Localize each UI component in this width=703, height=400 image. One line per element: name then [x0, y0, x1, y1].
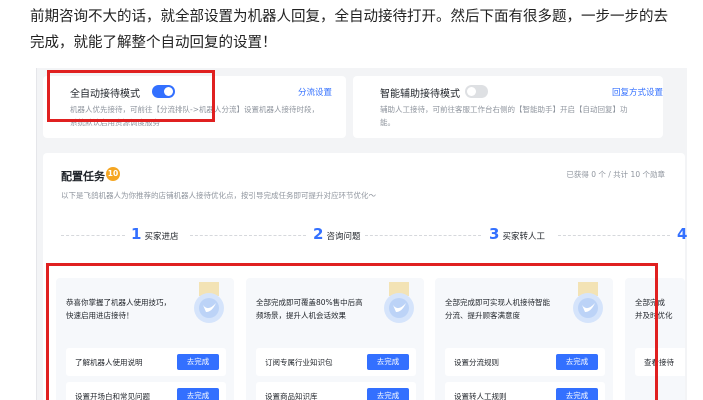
task-item-label: 订阅专属行业知识包: [265, 358, 333, 367]
assist-reception-card: 智能辅助接待模式 回复方式设置 辅助人工接待，可前往客服工作台右侧的【智能助手】…: [353, 76, 663, 138]
config-task-panel: 配置任务 10 已获得 0 个 / 共计 10 个勋章 以下是飞鸽机器人为你推荐…: [43, 153, 687, 400]
medal-progress: 已获得 0 个 / 共计 10 个勋章: [566, 170, 665, 179]
article-text: 前期咨询不大的话，就全部设置为机器人回复，全自动接待打开。然后下面有很多题，一步…: [30, 4, 690, 56]
step-label: 买家进店: [144, 232, 179, 242]
assist-reception-title: 智能辅助接待模式: [380, 89, 460, 100]
task-card-desc: 恭喜你掌握了机器人使用技巧， 快速启用进店接待！: [66, 296, 186, 322]
reply-method-settings-link[interactable]: 回复方式设置: [612, 86, 663, 98]
step-label: 买家转人工: [502, 232, 545, 242]
step-3: 3 买家转人工: [489, 225, 545, 243]
task-item-label: 设置商品知识库: [265, 392, 318, 400]
task-card-desc-line-2: 分流、提升顾客满意度: [445, 311, 520, 320]
step-connector: [61, 235, 125, 236]
task-card-desc: 全部完成即可覆盖80%售中后高 频场景，提升人机会话效果: [256, 296, 376, 322]
task-card-desc: 全部完成即可实现人机接待智能 分流、提升顾客满意度: [445, 296, 565, 322]
auto-reception-desc: 机器人优先接待，可前往【分流排队->机器人分流】设置机器人接待时段， 系统默认启…: [70, 103, 340, 129]
auto-reception-desc-line-2: 系统默认启用资源调度服务: [70, 118, 160, 127]
medal-icon: [194, 282, 224, 323]
task-item: 订阅专属行业知识包 去完成: [256, 348, 416, 376]
medal-icon: [384, 282, 414, 323]
task-card-desc: 全部完成 并及时优化: [635, 296, 685, 322]
assist-reception-toggle[interactable]: [465, 85, 488, 98]
task-item-label: 设置转人工规则: [454, 392, 507, 400]
task-item: 了解机器人使用说明 去完成: [66, 348, 226, 376]
task-item: 设置开场白和常见问题 去完成: [66, 382, 226, 400]
assist-reception-desc-line-1: 辅助人工接待，可前往客服工作台右侧的【智能助手】开启【自动回复】功: [380, 105, 628, 114]
complete-button[interactable]: 去完成: [177, 354, 219, 370]
step-connector: [365, 235, 481, 236]
task-item-label: 了解机器人使用说明: [75, 358, 143, 367]
task-item-label: 设置分流规则: [454, 358, 499, 367]
task-item-label: 查看接待: [644, 358, 674, 367]
task-item-label: 设置开场白和常见问题: [75, 392, 150, 400]
assist-reception-desc: 辅助人工接待，可前往客服工作台右侧的【智能助手】开启【自动回复】功 能。: [380, 103, 650, 129]
complete-button[interactable]: 去完成: [367, 354, 409, 370]
auto-reception-card: 全自动接待模式 分流设置 机器人优先接待，可前往【分流排队->机器人分流】设置机…: [43, 76, 346, 138]
step-number: 2: [313, 225, 324, 243]
step-connector: [190, 235, 306, 236]
task-card-desc-line-1: 全部完成: [635, 298, 665, 307]
task-card-desc-line-2: 频场景，提升人机会话效果: [256, 311, 346, 320]
complete-button[interactable]: 去完成: [177, 388, 219, 400]
task-card-desc-line-2: 并及时优化: [635, 311, 673, 320]
auto-reception-toggle[interactable]: [152, 85, 175, 98]
task-card-desc-line-1: 全部完成即可覆盖80%售中后高: [256, 298, 363, 307]
step-4: 4: [677, 225, 687, 243]
task-card-transfer: 全部完成即可实现人机接待智能 分流、提升顾客满意度 设置分流规则 去完成 设置转…: [435, 278, 613, 400]
task-item: 设置商品知识库 去完成: [256, 382, 416, 400]
task-card-desc-line-1: 恭喜你掌握了机器人使用技巧，: [66, 298, 171, 307]
complete-button[interactable]: 去完成: [556, 354, 598, 370]
task-item: 设置分流规则 去完成: [445, 348, 605, 376]
task-item: 设置转人工规则 去完成: [445, 382, 605, 400]
medal-icon: [573, 282, 603, 323]
complete-button[interactable]: 去完成: [556, 388, 598, 400]
task-count-badge: 10: [106, 167, 120, 181]
task-card-desc-line-1: 全部完成即可实现人机接待智能: [445, 298, 550, 307]
assist-reception-desc-line-2: 能。: [380, 118, 395, 127]
task-card-4: 全部完成 并及时优化 查看接待: [625, 278, 685, 400]
config-task-title: 配置任务: [61, 170, 105, 183]
task-card-enter-store: 恭喜你掌握了机器人使用技巧， 快速启用进店接待！ 了解机器人使用说明 去完成 设…: [56, 278, 234, 400]
article-line-1: 前期咨询不大的话，就全部设置为机器人回复，全自动接待打开。然后下面有很多题，一步…: [30, 9, 668, 25]
task-card-desc-line-2: 快速启用进店接待！: [66, 311, 134, 320]
complete-button[interactable]: 去完成: [367, 388, 409, 400]
step-1: 1 买家进店: [131, 225, 178, 243]
config-task-subtitle: 以下是飞鸽机器人为你推荐的店铺机器人接待优化点，按引导完成任务即可提升对应环节优…: [61, 191, 376, 200]
embedded-screenshot: 全自动接待模式 分流设置 机器人优先接待，可前往【分流排队->机器人分流】设置机…: [36, 68, 687, 400]
step-number: 3: [489, 225, 500, 243]
step-number: 4: [677, 225, 687, 243]
task-card-consult: 全部完成即可覆盖80%售中后高 频场景，提升人机会话效果 订阅专属行业知识包 去…: [246, 278, 424, 400]
step-connector: [558, 235, 670, 236]
article-line-2: 完成，就能了解整个自动回复的设置！: [30, 35, 277, 51]
step-number: 1: [131, 225, 142, 243]
auto-reception-desc-line-1: 机器人优先接待，可前往【分流排队->机器人分流】设置机器人接待时段，: [70, 105, 319, 114]
step-2: 2 咨询问题: [313, 225, 360, 243]
task-item: 查看接待: [635, 348, 685, 376]
auto-reception-title: 全自动接待模式: [70, 89, 140, 100]
step-label: 咨询问题: [326, 232, 361, 242]
diversion-settings-link[interactable]: 分流设置: [298, 86, 332, 98]
